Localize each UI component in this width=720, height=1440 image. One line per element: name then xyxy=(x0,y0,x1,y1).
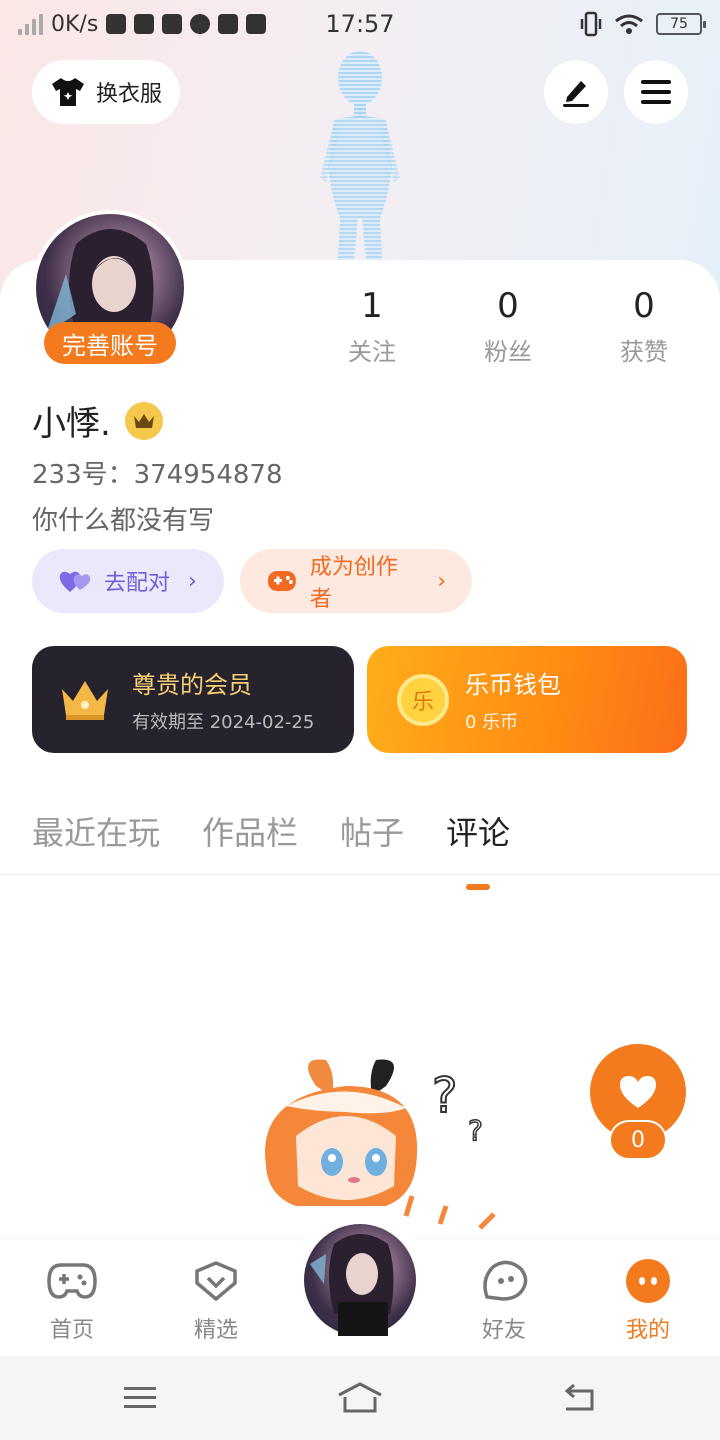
like-count-badge: 0 xyxy=(609,1120,667,1160)
avatar-portrait xyxy=(310,1234,394,1336)
double-heart-icon xyxy=(59,571,91,592)
system-nav-bar xyxy=(0,1356,720,1440)
profile-face-icon xyxy=(626,1259,670,1303)
app-notification-icon xyxy=(162,14,183,34)
tab-recent-played[interactable]: 最近在玩 xyxy=(32,808,160,854)
profile-page: 0K/s 17:57 75 换衣服 完善账号 1 关注 0 粉丝 0 获赞 小悸… xyxy=(0,0,720,1440)
coin-glyph: 乐 xyxy=(411,689,434,715)
user-bio[interactable]: 你什么都没有写 xyxy=(32,500,214,537)
tab-posts[interactable]: 帖子 xyxy=(340,808,404,854)
tab-works[interactable]: 作品栏 xyxy=(202,808,298,854)
complete-account-badge[interactable]: 完善账号 xyxy=(44,322,176,364)
tab-comments[interactable]: 评论 xyxy=(446,808,510,890)
change-outfit-button[interactable]: 换衣服 xyxy=(32,60,180,124)
friend-face-icon xyxy=(483,1260,528,1301)
heart-chat-icon xyxy=(195,1261,237,1301)
menu-button[interactable] xyxy=(624,60,688,124)
crown-icon xyxy=(62,680,108,720)
nav-featured[interactable]: 精选 xyxy=(166,1258,266,1344)
tabs-divider xyxy=(0,874,720,875)
signal-icon xyxy=(18,13,43,35)
app-notification-icon xyxy=(106,14,127,34)
nav-center-avatar[interactable] xyxy=(304,1224,416,1336)
chevron-right-icon: › xyxy=(437,568,446,594)
wallet-title: 乐币钱包 xyxy=(465,671,561,699)
stat-label: 粉丝 xyxy=(484,338,532,366)
user-id: 233号：374954878 xyxy=(32,460,283,490)
nav-label: 精选 xyxy=(193,1318,238,1343)
wifi-icon xyxy=(615,14,643,34)
chevron-right-icon: › xyxy=(188,568,197,594)
match-label: 去配对 xyxy=(104,571,171,596)
stat-followers[interactable]: 0 粉丝 xyxy=(448,286,568,367)
membership-expiry: 有效期至 2024-02-25 xyxy=(132,712,315,733)
network-speed: 0K/s xyxy=(51,11,99,37)
become-creator-button[interactable]: 成为创作者 › xyxy=(240,549,472,613)
membership-title: 尊贵的会员 xyxy=(132,671,252,699)
nav-label: 好友 xyxy=(481,1318,526,1343)
edit-button[interactable] xyxy=(544,60,608,124)
back-button[interactable] xyxy=(550,1374,610,1422)
home-icon xyxy=(338,1382,382,1413)
play-notification-icon xyxy=(190,14,211,34)
gamepad-icon xyxy=(267,571,296,591)
stat-following[interactable]: 1 关注 xyxy=(312,286,432,367)
app-notification-icon xyxy=(134,14,155,34)
menu-icon xyxy=(641,80,671,104)
heart-icon xyxy=(620,1076,656,1108)
username: 小悸. xyxy=(32,404,111,444)
app-notification-icon xyxy=(218,14,239,34)
profile-tabs: 最近在玩 作品栏 帖子 评论 xyxy=(32,808,510,890)
home-button[interactable] xyxy=(330,1374,390,1422)
gamepad-icon xyxy=(47,1263,97,1299)
match-button[interactable]: 去配对 › xyxy=(32,549,224,613)
nav-mine[interactable]: 我的 xyxy=(598,1258,698,1344)
wallet-card[interactable]: 乐 乐币钱包 0 乐币 xyxy=(367,646,687,753)
svg-text:?: ? xyxy=(468,1114,483,1147)
recent-apps-button[interactable] xyxy=(110,1374,170,1422)
nav-friends[interactable]: 好友 xyxy=(454,1258,554,1344)
pen-icon xyxy=(563,81,589,107)
svg-text:?: ? xyxy=(432,1068,457,1124)
menu-icon xyxy=(124,1387,156,1408)
stat-count: 0 xyxy=(497,286,519,326)
crown-icon[interactable] xyxy=(124,401,163,440)
tshirt-icon xyxy=(51,78,84,106)
avatar-hologram[interactable] xyxy=(300,48,420,260)
nav-home[interactable]: 首页 xyxy=(22,1258,122,1344)
battery-indicator: 75 xyxy=(656,13,706,35)
stat-count: 1 xyxy=(361,286,383,326)
become-creator-label: 成为创作者 xyxy=(309,555,398,612)
vibrate-icon xyxy=(580,11,602,37)
music-notification-icon xyxy=(246,14,267,34)
stat-label: 关注 xyxy=(348,338,396,366)
stat-likes[interactable]: 0 获赞 xyxy=(584,286,704,367)
back-icon xyxy=(564,1383,594,1411)
username-row: 小悸. xyxy=(32,396,163,445)
nav-label: 首页 xyxy=(49,1318,94,1343)
status-bar: 0K/s 17:57 75 xyxy=(0,0,720,48)
stat-label: 获赞 xyxy=(620,338,668,366)
change-outfit-label: 换衣服 xyxy=(95,82,162,107)
stat-count: 0 xyxy=(633,286,655,326)
nav-label: 我的 xyxy=(625,1318,670,1343)
membership-card[interactable]: 尊贵的会员 有效期至 2024-02-25 xyxy=(32,646,354,753)
wallet-balance: 0 乐币 xyxy=(465,712,519,733)
coin-icon: 乐 xyxy=(397,673,449,726)
